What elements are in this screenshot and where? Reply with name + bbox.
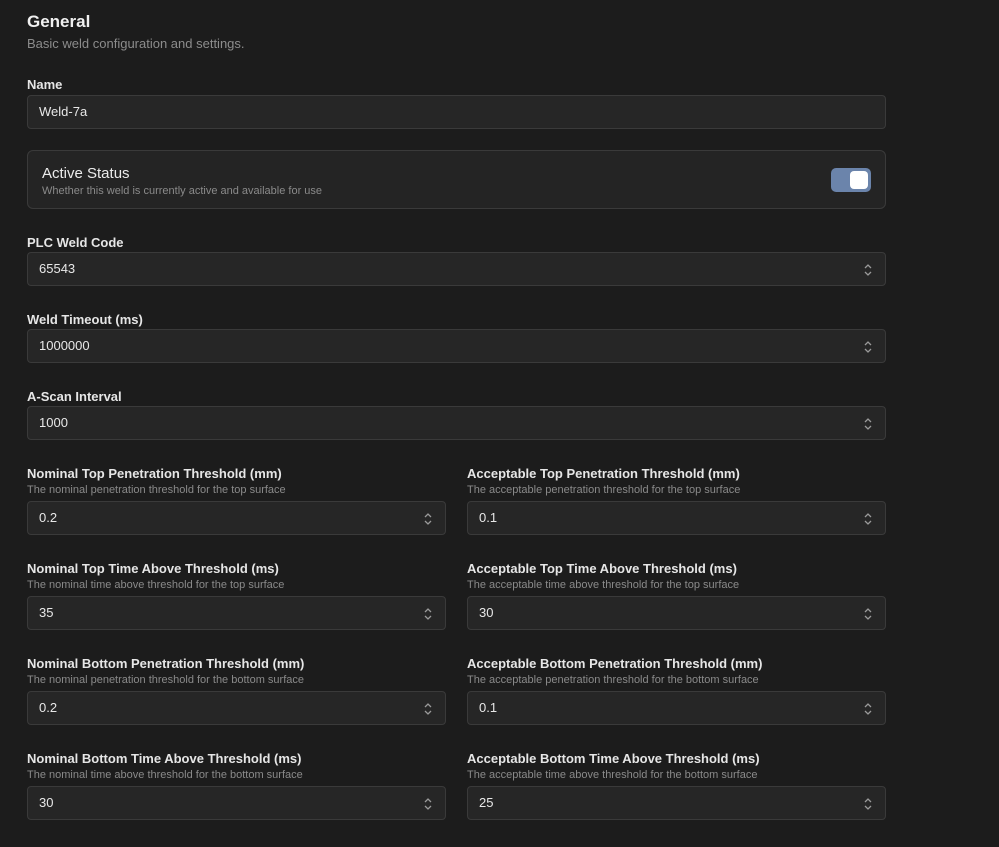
nominal-top-pen-field[interactable]: 0.2 — [27, 501, 446, 535]
weld-timeout-value: 1000000 — [39, 338, 90, 353]
chevron-up-down-icon[interactable] — [423, 607, 433, 621]
chevron-up-down-icon[interactable] — [863, 340, 873, 354]
nominal-top-pen-label: Nominal Top Penetration Threshold (mm) — [27, 466, 282, 481]
nominal-bottom-time-field[interactable]: 30 — [27, 786, 446, 820]
acceptable-top-pen-value: 0.1 — [479, 510, 498, 525]
acceptable-bottom-pen-value: 0.1 — [479, 700, 498, 715]
chevron-up-down-icon[interactable] — [423, 512, 433, 526]
acceptable-bottom-time-value: 25 — [479, 795, 494, 810]
chevron-up-down-icon[interactable] — [863, 512, 873, 526]
active-status-title: Active Status — [42, 165, 130, 182]
nominal-top-time-label: Nominal Top Time Above Threshold (ms) — [27, 561, 279, 576]
nominal-bottom-time-hint: The nominal time above threshold for the… — [27, 769, 303, 781]
acceptable-bottom-time-hint: The acceptable time above threshold for … — [467, 769, 758, 781]
name-input[interactable] — [39, 96, 874, 128]
nominal-bottom-time-label: Nominal Bottom Time Above Threshold (ms) — [27, 751, 302, 766]
acceptable-top-pen-hint: The acceptable penetration threshold for… — [467, 484, 741, 496]
nominal-bottom-pen-hint: The nominal penetration threshold for th… — [27, 674, 304, 686]
nominal-bottom-pen-field[interactable]: 0.2 — [27, 691, 446, 725]
acceptable-top-time-field[interactable]: 30 — [467, 596, 886, 630]
chevron-up-down-icon[interactable] — [863, 263, 873, 277]
plc-weld-code-label: PLC Weld Code — [27, 235, 124, 250]
nominal-bottom-pen-value: 0.2 — [39, 700, 58, 715]
name-field[interactable] — [27, 95, 886, 129]
weld-timeout-field[interactable]: 1000000 — [27, 329, 886, 363]
settings-page: General Basic weld configuration and set… — [0, 0, 999, 847]
chevron-up-down-icon[interactable] — [863, 797, 873, 811]
weld-timeout-label: Weld Timeout (ms) — [27, 312, 143, 327]
toggle-knob — [850, 171, 868, 189]
chevron-up-down-icon[interactable] — [863, 607, 873, 621]
acceptable-bottom-pen-field[interactable]: 0.1 — [467, 691, 886, 725]
acceptable-top-time-hint: The acceptable time above threshold for … — [467, 579, 740, 591]
acceptable-top-pen-label: Acceptable Top Penetration Threshold (mm… — [467, 466, 740, 481]
section-subtitle: Basic weld configuration and settings. — [27, 36, 245, 51]
nominal-top-time-hint: The nominal time above threshold for the… — [27, 579, 285, 591]
active-status-toggle[interactable] — [831, 168, 871, 192]
nominal-top-time-field[interactable]: 35 — [27, 596, 446, 630]
plc-weld-code-field[interactable]: 65543 — [27, 252, 886, 286]
acceptable-bottom-pen-label: Acceptable Bottom Penetration Threshold … — [467, 656, 763, 671]
acceptable-top-time-value: 30 — [479, 605, 494, 620]
name-label: Name — [27, 77, 63, 92]
nominal-bottom-time-value: 30 — [39, 795, 54, 810]
acceptable-bottom-time-label: Acceptable Bottom Time Above Threshold (… — [467, 751, 760, 766]
chevron-up-down-icon[interactable] — [863, 417, 873, 431]
acceptable-bottom-pen-hint: The acceptable penetration threshold for… — [467, 674, 759, 686]
acceptable-bottom-time-field[interactable]: 25 — [467, 786, 886, 820]
ascan-interval-field[interactable]: 1000 — [27, 406, 886, 440]
chevron-up-down-icon[interactable] — [423, 702, 433, 716]
nominal-top-pen-hint: The nominal penetration threshold for th… — [27, 484, 286, 496]
nominal-bottom-pen-label: Nominal Bottom Penetration Threshold (mm… — [27, 656, 305, 671]
active-status-card: Active Status Whether this weld is curre… — [27, 150, 886, 209]
ascan-interval-label: A-Scan Interval — [27, 389, 122, 404]
ascan-interval-value: 1000 — [39, 415, 68, 430]
plc-weld-code-value: 65543 — [39, 261, 76, 276]
section-title: General — [27, 12, 91, 31]
nominal-top-pen-value: 0.2 — [39, 510, 58, 525]
acceptable-top-time-label: Acceptable Top Time Above Threshold (ms) — [467, 561, 737, 576]
active-status-description: Whether this weld is currently active an… — [42, 185, 323, 197]
nominal-top-time-value: 35 — [39, 605, 54, 620]
acceptable-top-pen-field[interactable]: 0.1 — [467, 501, 886, 535]
chevron-up-down-icon[interactable] — [863, 702, 873, 716]
chevron-up-down-icon[interactable] — [423, 797, 433, 811]
